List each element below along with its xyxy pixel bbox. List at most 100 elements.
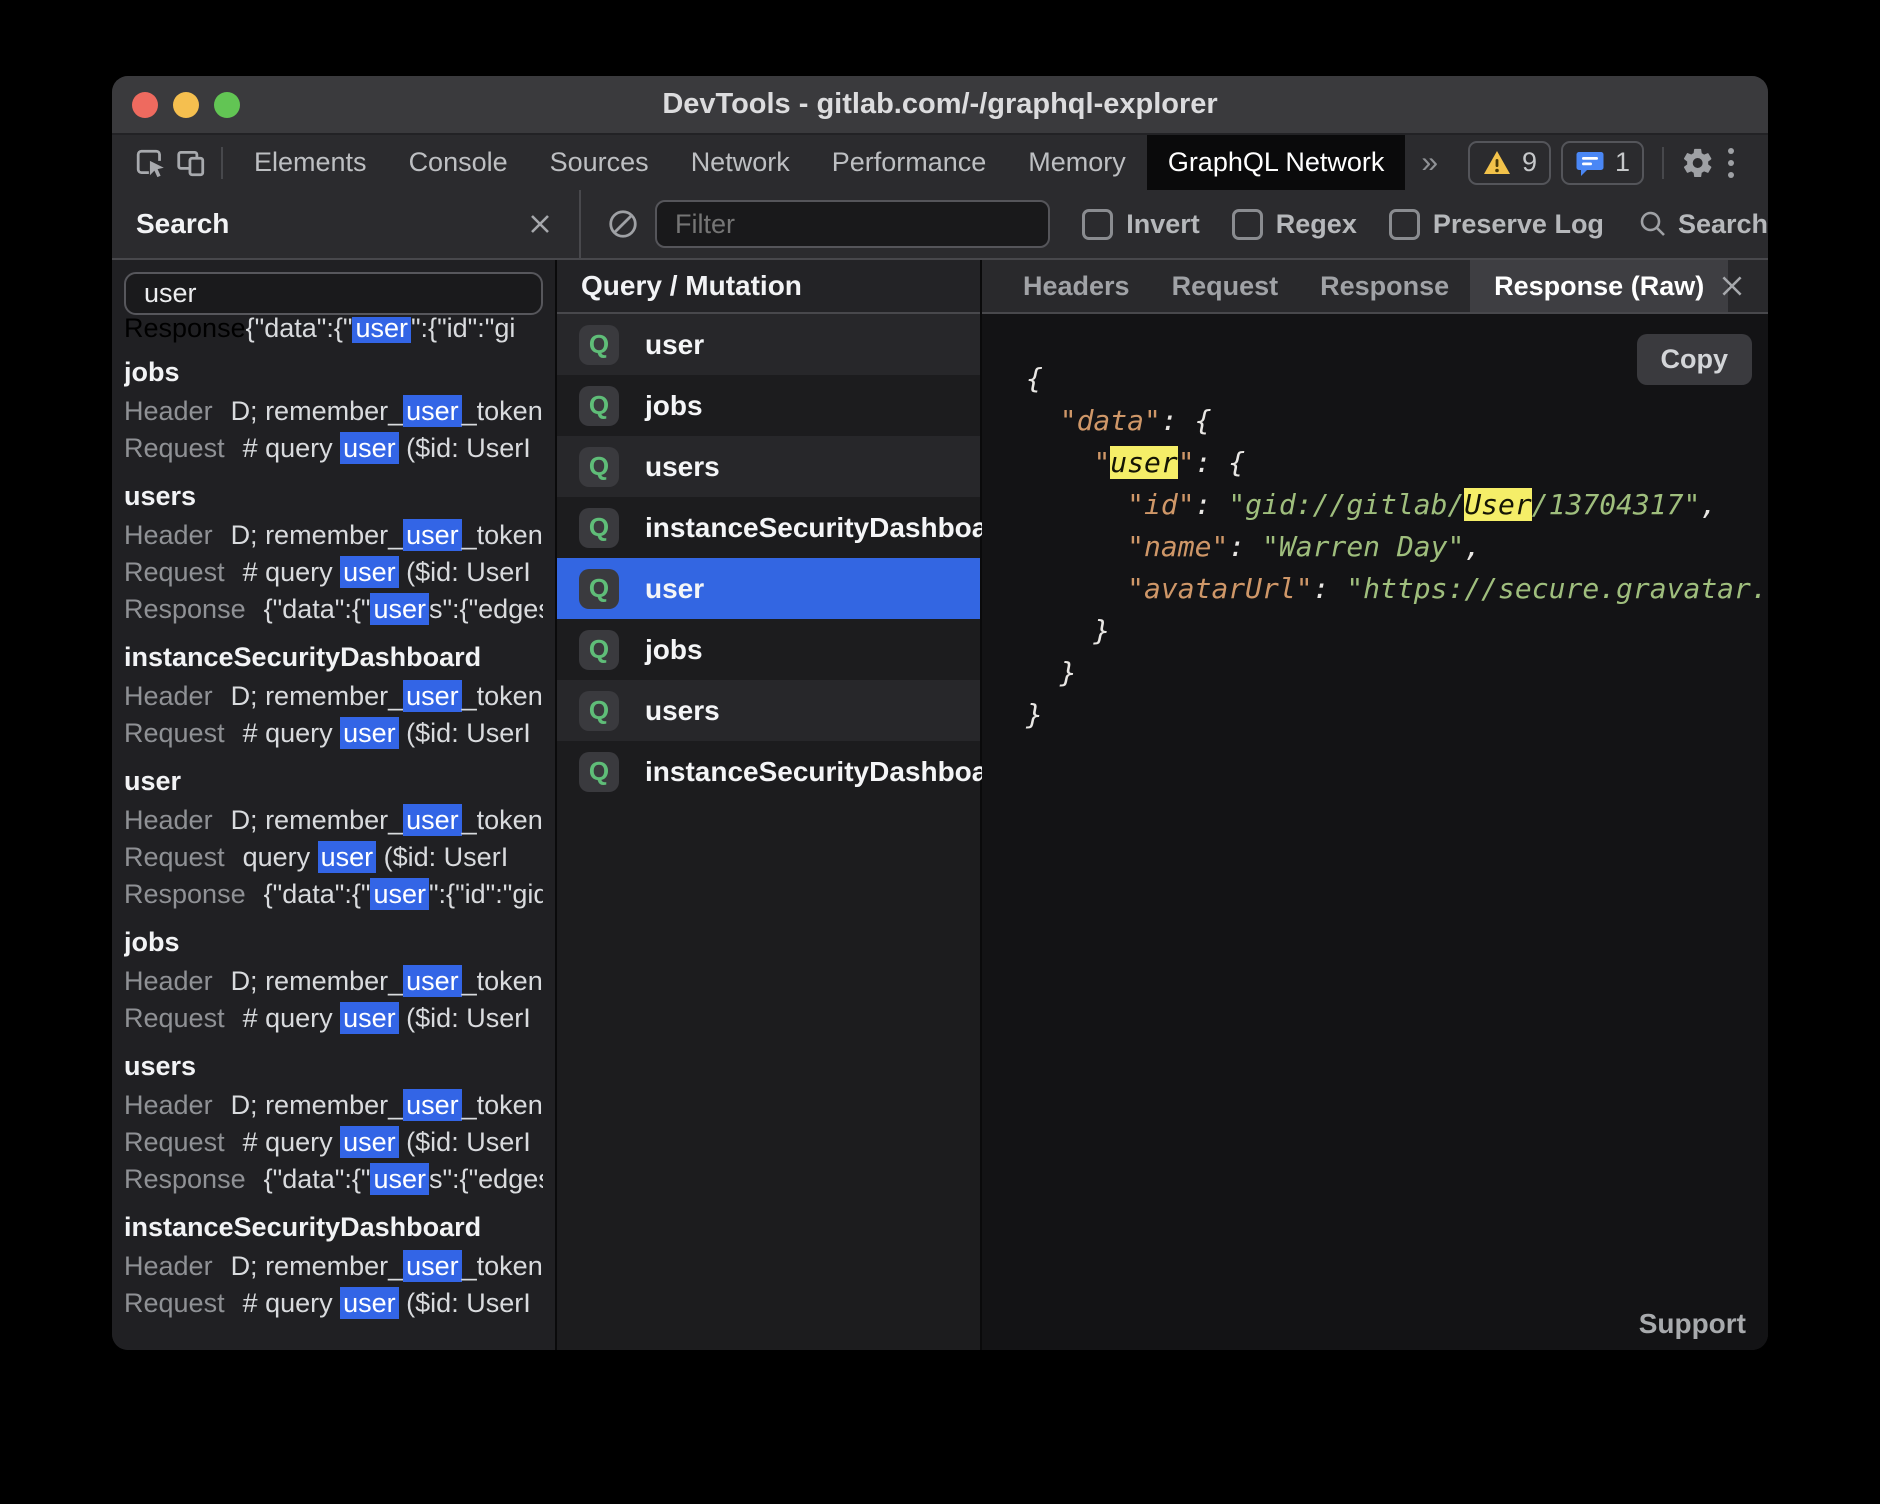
result-row-value: query user ($id: UserI <box>243 841 509 873</box>
query-list-item-jobs[interactable]: Qjobs <box>557 375 980 436</box>
checkbox-box-regex[interactable] <box>1232 209 1263 240</box>
checkbox-label-preserve-log: Preserve Log <box>1433 209 1604 240</box>
result-text: _token=e <box>462 520 543 550</box>
devtools-tab-memory[interactable]: Memory <box>1007 135 1147 190</box>
result-row[interactable]: HeaderD; remember_user_token=e <box>124 1087 543 1124</box>
result-row[interactable]: Response{"data":{"users":{"edges <box>124 591 543 628</box>
result-row-label: Response <box>124 879 246 909</box>
devtools-tab-network[interactable]: Network <box>670 135 811 190</box>
result-row[interactable]: HeaderD; remember_user_token=e <box>124 802 543 839</box>
result-text: _token=e <box>462 681 543 711</box>
devtools-tab-performance[interactable]: Performance <box>811 135 1008 190</box>
json-token: { <box>1026 362 1043 395</box>
result-row[interactable]: Request# query user ($id: UserI <box>124 715 543 752</box>
query-list-item-instancesecuritydashboard[interactable]: QinstanceSecurityDashboard <box>557 741 980 802</box>
result-text: # query <box>243 1288 341 1318</box>
result-group-title[interactable]: instanceSecurityDashboard <box>124 636 543 678</box>
search-results-list: Response{"data":{"user":{"id":"gijobsHea… <box>124 317 543 1350</box>
search-match-highlight: user <box>403 680 462 712</box>
result-group-title[interactable]: jobs <box>124 921 543 963</box>
detail-tab-response-raw-[interactable]: Response (Raw) <box>1470 260 1728 312</box>
result-row[interactable]: Response{"data":{"users":{"edges <box>124 1161 543 1198</box>
devtools-tab-graphql-network[interactable]: GraphQL Network <box>1147 135 1406 190</box>
clipped-result-row[interactable]: Response{"data":{"user":{"id":"gi <box>124 317 543 343</box>
result-group-title[interactable]: users <box>124 475 543 517</box>
search-match-highlight: user <box>340 432 399 464</box>
device-toolbar-icon[interactable] <box>171 143 211 183</box>
result-row[interactable]: HeaderD; remember_user_token=e <box>124 393 543 430</box>
result-group-title[interactable]: users <box>124 1045 543 1087</box>
close-detail-icon[interactable] <box>1718 260 1746 312</box>
warnings-badge[interactable]: 9 <box>1468 141 1551 185</box>
result-text: {"data":{" <box>264 879 371 909</box>
result-row[interactable]: Requestquery user ($id: UserI <box>124 839 543 876</box>
result-row-value: {"data":{"users":{"edges <box>264 593 543 625</box>
result-row-label: Header <box>124 966 213 996</box>
issues-badge[interactable]: 1 <box>1561 141 1644 185</box>
devtools-toolbar: ElementsConsoleSourcesNetworkPerformance… <box>112 135 1768 190</box>
inspect-element-icon[interactable] <box>131 143 171 183</box>
checkbox-box-preserve-log[interactable] <box>1389 209 1420 240</box>
settings-gear-icon[interactable] <box>1678 143 1718 183</box>
json-token: /13704317" <box>1532 488 1701 521</box>
devtools-tab-sources[interactable]: Sources <box>529 135 670 190</box>
search-input[interactable] <box>124 272 543 315</box>
query-list-item-jobs[interactable]: Qjobs <box>557 619 980 680</box>
query-list: QuserQjobsQusersQinstanceSecurityDashboa… <box>557 314 980 802</box>
result-group-title[interactable]: instanceSecurityDashboard <box>124 1206 543 1248</box>
search-match-highlight: user <box>340 1002 399 1034</box>
more-options-kebab-icon[interactable] <box>1718 148 1744 178</box>
toolbar-search[interactable]: Search <box>1638 209 1768 240</box>
zoom-window-button[interactable] <box>214 92 240 118</box>
result-text: {"data":{" <box>264 594 371 624</box>
search-result-group: usersHeaderD; remember_user_token=eReque… <box>124 1045 543 1198</box>
result-row-value: D; remember_user_token=e <box>231 519 543 551</box>
search-icon <box>1638 209 1668 239</box>
checkbox-box-invert[interactable] <box>1082 209 1113 240</box>
detail-tab-request[interactable]: Request <box>1151 260 1300 312</box>
minimize-window-button[interactable] <box>173 92 199 118</box>
result-row[interactable]: Request# query user ($id: UserI <box>124 1000 543 1037</box>
result-row[interactable]: HeaderD; remember_user_token=e <box>124 1248 543 1285</box>
checkbox-invert[interactable]: Invert <box>1082 209 1200 240</box>
result-row[interactable]: Request# query user ($id: UserI <box>124 1124 543 1161</box>
query-list-item-user[interactable]: Quser <box>557 314 980 375</box>
result-row[interactable]: Request# query user ($id: UserI <box>124 554 543 591</box>
result-row[interactable]: HeaderD; remember_user_token=e <box>124 678 543 715</box>
support-link[interactable]: Support <box>1639 1308 1746 1340</box>
result-text: D; remember_ <box>231 1090 404 1120</box>
devtools-tab-elements[interactable]: Elements <box>233 135 388 190</box>
checkbox-label-invert: Invert <box>1126 209 1200 240</box>
json-line: } <box>1026 610 1768 652</box>
close-window-button[interactable] <box>132 92 158 118</box>
copy-button[interactable]: Copy <box>1637 334 1753 385</box>
query-list-item-users[interactable]: Qusers <box>557 436 980 497</box>
result-row[interactable]: Request# query user ($id: UserI <box>124 1285 543 1322</box>
result-text: ":{"id":"gi <box>411 317 515 343</box>
result-row[interactable]: Response{"data":{"user":{"id":"gid <box>124 876 543 913</box>
json-highlight: user <box>1110 446 1177 479</box>
block-clear-icon[interactable] <box>603 204 643 244</box>
detail-tab-headers[interactable]: Headers <box>1002 260 1151 312</box>
result-group-title[interactable]: jobs <box>124 351 543 393</box>
checkbox-regex[interactable]: Regex <box>1232 209 1357 240</box>
checkbox-preserve-log[interactable]: Preserve Log <box>1389 209 1604 240</box>
query-list-item-user[interactable]: Quser <box>557 558 980 619</box>
result-group-title[interactable]: user <box>124 760 543 802</box>
search-match-highlight: user <box>403 1089 462 1121</box>
json-token: "Warren Day" <box>1262 530 1464 563</box>
detail-tab-response[interactable]: Response <box>1299 260 1470 312</box>
result-row[interactable]: HeaderD; remember_user_token=e <box>124 963 543 1000</box>
more-tabs-button[interactable]: » <box>1405 146 1454 180</box>
result-row-value: D; remember_user_token=e <box>231 395 543 427</box>
result-row[interactable]: Request# query user ($id: UserI <box>124 430 543 467</box>
filter-input[interactable] <box>655 200 1050 248</box>
result-row-value: D; remember_user_token=e <box>231 1089 543 1121</box>
devtools-tab-console[interactable]: Console <box>388 135 529 190</box>
query-item-label: instanceSecurityDashboard <box>645 512 1015 544</box>
result-row-value: # query user ($id: UserI <box>243 432 531 464</box>
result-row[interactable]: HeaderD; remember_user_token=e <box>124 517 543 554</box>
query-list-item-users[interactable]: Qusers <box>557 680 980 741</box>
query-list-item-instancesecuritydashboard[interactable]: QinstanceSecurityDashboard <box>557 497 980 558</box>
close-search-icon[interactable] <box>525 209 555 239</box>
